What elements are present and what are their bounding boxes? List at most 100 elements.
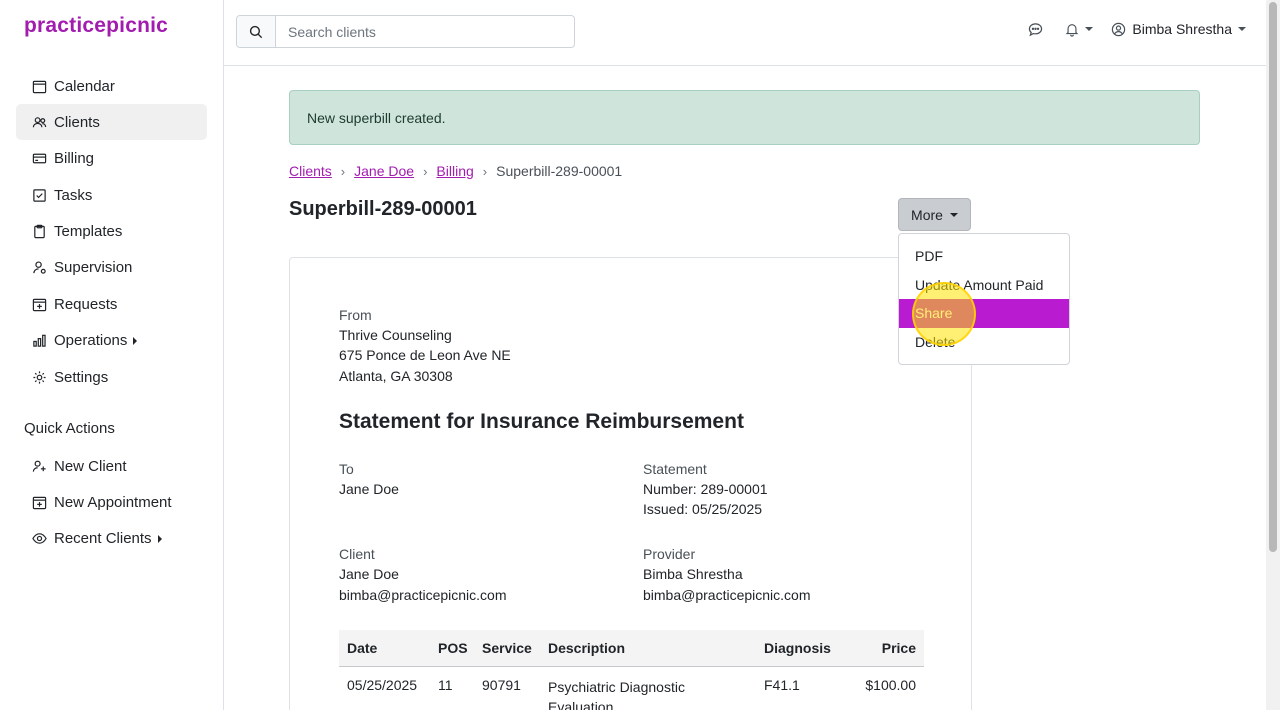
chevron-down-icon <box>1238 27 1246 31</box>
sidebar-item-billing[interactable]: Billing <box>16 141 207 177</box>
calendar-icon <box>32 80 47 93</box>
menu-item-delete[interactable]: Delete <box>899 328 1069 357</box>
sidebar-item-requests[interactable]: Requests <box>16 286 207 322</box>
search-icon <box>249 25 263 38</box>
sidebar-item-tasks[interactable]: Tasks <box>16 177 207 213</box>
credit-card-icon <box>32 153 47 164</box>
column-header-diagnosis: Diagnosis <box>764 640 831 656</box>
quick-action-label: New Client <box>54 457 127 475</box>
quick-action-new-appointment[interactable]: New Appointment <box>16 484 207 520</box>
sidebar-item-clients[interactable]: Clients <box>16 104 207 141</box>
cell-price: $100.00 <box>865 677 916 693</box>
cell-date: 05/25/2025 <box>347 677 418 693</box>
more-button-label: More <box>911 206 943 223</box>
client-email: bimba@practicepicnic.com <box>339 587 507 603</box>
column-header-service: Service <box>482 640 532 656</box>
statement-title: Statement for Insurance Reimbursement <box>339 410 744 433</box>
breadcrumb-link-client[interactable]: Jane Doe <box>354 163 414 179</box>
sidebar-item-label: Requests <box>54 295 118 313</box>
user-circle-icon <box>1112 22 1126 36</box>
cell-diagnosis: F41.1 <box>764 677 800 693</box>
scrollbar-thumb[interactable] <box>1269 2 1277 552</box>
quick-action-new-client[interactable]: New Client <box>16 448 207 484</box>
provider-email: bimba@practicepicnic.com <box>643 587 811 603</box>
alert-message: New superbill created. <box>307 109 446 126</box>
sidebar-item-label: Tasks <box>54 186 93 204</box>
quick-actions-list: New Client New Appointment Recent Client… <box>16 448 207 557</box>
services-table: Date POS Service Description Diagnosis P… <box>339 630 924 710</box>
breadcrumb: Clients › Jane Doe › Billing › Superbill… <box>289 163 622 179</box>
top-bar-actions: Bimba Shrestha <box>1028 21 1246 37</box>
sidebar-item-label: Billing <box>54 150 95 168</box>
from-name: Thrive Counseling <box>339 327 452 343</box>
quick-action-label: Recent Clients <box>54 530 152 548</box>
sidebar-item-label: Calendar <box>54 77 115 95</box>
from-label: From <box>339 307 372 323</box>
sidebar-item-label: Clients <box>54 113 100 131</box>
messages-button[interactable] <box>1028 22 1043 37</box>
sidebar-item-operations[interactable]: Operations <box>16 323 207 359</box>
clipboard-icon <box>34 224 45 239</box>
quick-actions-heading: Quick Actions <box>24 420 115 437</box>
sidebar: practicepicnic Calendar Clients Billing … <box>0 0 224 710</box>
client-name: Jane Doe <box>339 566 399 582</box>
more-dropdown-menu: PDF Update Amount Paid Share Delete <box>898 233 1070 365</box>
breadcrumb-separator: › <box>482 163 488 179</box>
sidebar-item-templates[interactable]: Templates <box>16 214 207 250</box>
statement-number: Number: 289-00001 <box>643 481 768 497</box>
quick-action-recent-clients[interactable]: Recent Clients <box>16 521 207 557</box>
client-label: Client <box>339 546 375 562</box>
breadcrumb-separator: › <box>340 163 346 179</box>
app-logo[interactable]: practicepicnic <box>24 14 168 38</box>
bell-icon <box>1066 23 1079 37</box>
search-button[interactable] <box>237 16 276 47</box>
page-scrollbar[interactable] <box>1266 0 1280 710</box>
from-address-line2: Atlanta, GA 30308 <box>339 368 453 384</box>
column-header-description: Description <box>548 640 626 656</box>
notifications-dropdown[interactable] <box>1065 22 1094 37</box>
sidebar-item-label: Templates <box>54 223 123 241</box>
top-bar: Bimba Shrestha <box>224 0 1266 66</box>
caret-right-icon <box>133 336 138 345</box>
cell-service: 90791 <box>482 677 521 693</box>
breadcrumb-separator: › <box>423 163 428 179</box>
user-name: Bimba Shrestha <box>1132 21 1232 37</box>
menu-item-share[interactable]: Share <box>899 299 1069 328</box>
checkbox-icon <box>33 188 46 202</box>
sidebar-item-supervision[interactable]: Supervision <box>16 250 207 286</box>
chat-icon <box>1029 22 1043 36</box>
menu-item-pdf[interactable]: PDF <box>899 242 1069 271</box>
superbill-document: From Thrive Counseling 675 Ponce de Leon… <box>289 257 972 710</box>
to-label: To <box>339 461 354 477</box>
cell-pos: 11 <box>438 677 453 693</box>
breadcrumb-link-billing[interactable]: Billing <box>436 163 473 179</box>
chevron-down-icon <box>1085 27 1094 31</box>
menu-item-update-amount-paid[interactable]: Update Amount Paid <box>899 271 1069 300</box>
column-header-price: Price <box>881 640 916 656</box>
calendar-plus-icon <box>32 298 47 312</box>
breadcrumb-link-clients[interactable]: Clients <box>289 163 332 179</box>
breadcrumb-current: Superbill-289-00001 <box>496 163 623 179</box>
cell-description: Psychiatric Diagnostic Evaluation <box>548 679 685 710</box>
client-search <box>236 15 575 48</box>
supervision-icon <box>33 261 46 275</box>
user-menu[interactable]: Bimba Shrestha <box>1111 21 1246 37</box>
chevron-down-icon <box>949 212 958 217</box>
provider-label: Provider <box>643 546 696 562</box>
statement-label: Statement <box>643 461 707 477</box>
more-dropdown-button[interactable]: More <box>898 198 971 231</box>
sidebar-item-settings[interactable]: Settings <box>16 359 207 395</box>
sidebar-item-label: Supervision <box>54 259 133 277</box>
from-address-line1: 675 Ponce de Leon Ave NE <box>339 347 511 363</box>
table-header-row: Date POS Service Description Diagnosis P… <box>339 630 924 667</box>
sidebar-item-calendar[interactable]: Calendar <box>16 68 207 104</box>
users-icon <box>32 117 47 128</box>
calendar-plus-icon <box>32 496 47 510</box>
search-input[interactable] <box>276 16 574 47</box>
sidebar-nav: Calendar Clients Billing Tasks Templates… <box>16 68 207 396</box>
eye-icon <box>32 533 47 545</box>
sidebar-item-label: Settings <box>54 368 109 386</box>
caret-right-icon <box>157 534 162 543</box>
table-row: 05/25/2025 11 90791 Psychiatric Diagnost… <box>339 667 924 710</box>
bar-chart-icon <box>33 334 46 347</box>
